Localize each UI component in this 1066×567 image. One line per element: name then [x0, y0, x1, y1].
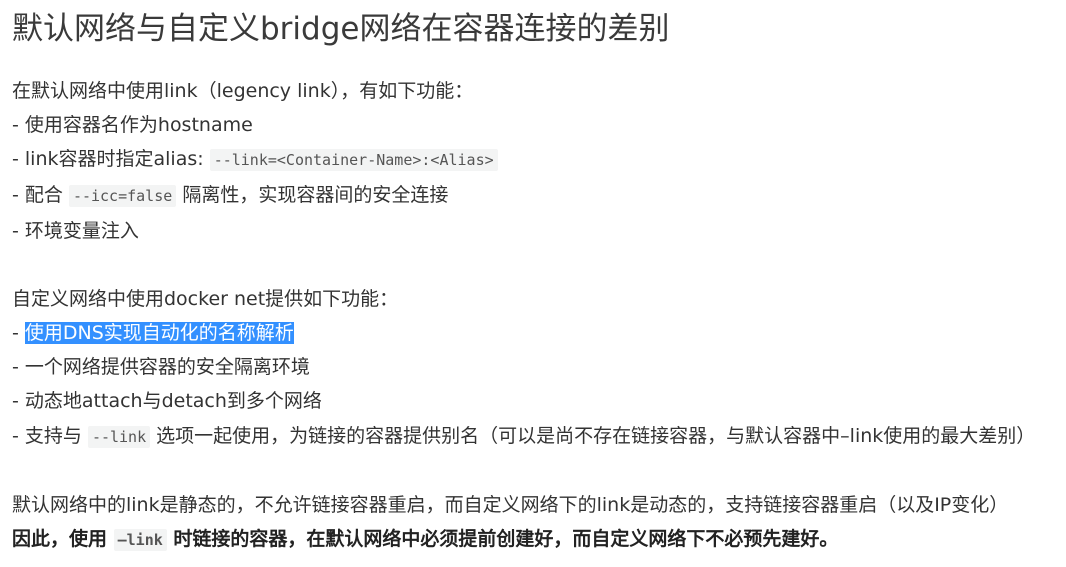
list-item: - 使用容器名作为hostname [12, 114, 253, 136]
list-item: - 环境变量注入 [12, 220, 139, 242]
inline-code: --icc=false [68, 185, 177, 207]
list-item: - 一个网络提供容器的安全隔离环境 [12, 356, 310, 378]
list-item-text: - 支持与 [12, 425, 88, 447]
list-item-text: - 配合 [12, 184, 69, 206]
list-item-text: 隔离性，实现容器间的安全连接 [176, 184, 449, 206]
article: 默认网络与自定义bridge网络在容器连接的差别 在默认网络中使用link（le… [0, 0, 1066, 567]
list-item-text: 选项一起使用，为链接的容器提供别名（可以是尚不存在链接容器，与默认容器中–lin… [150, 425, 1036, 447]
summary-bold-line: 因此，使用 —link 时链接的容器，在默认网络中必须提前创建好，而自定义网络下… [12, 524, 838, 555]
section1-intro: 在默认网络中使用link（legency link），有如下功能： [12, 80, 474, 102]
summary-bold-text: 时链接的容器，在默认网络中必须提前创建好，而自定义网络下不必预先建好。 [166, 528, 839, 550]
list-item: - 使用DNS实现自动化的名称解析 [12, 318, 294, 348]
list-item: - 支持与 --link 选项一起使用，为链接的容器提供别名（可以是尚不存在链接… [12, 421, 1035, 452]
inline-code: —link [113, 529, 167, 551]
page-title: 默认网络与自定义bridge网络在容器连接的差别 [12, 11, 670, 47]
summary-bold-text: 因此，使用 [12, 528, 114, 550]
list-item-text: - link容器时指定alias: [12, 148, 210, 170]
inline-code: --link=<Container-Name>:<Alias> [209, 149, 498, 171]
list-item-text: - [12, 322, 25, 344]
summary-line: 默认网络中的link是静态的，不允许链接容器重启，而自定义网络下的link是动态… [12, 494, 1009, 516]
section2-intro: 自定义网络中使用docker net提供如下功能： [12, 288, 399, 310]
list-item: - link容器时指定alias: --link=<Container-Name… [12, 144, 498, 175]
inline-code: --link [87, 426, 151, 448]
list-item: - 配合 --icc=false 隔离性，实现容器间的安全连接 [12, 180, 448, 211]
selected-text[interactable]: 使用DNS实现自动化的名称解析 [24, 322, 294, 344]
list-item: - 动态地attach与detach到多个网络 [12, 390, 322, 412]
